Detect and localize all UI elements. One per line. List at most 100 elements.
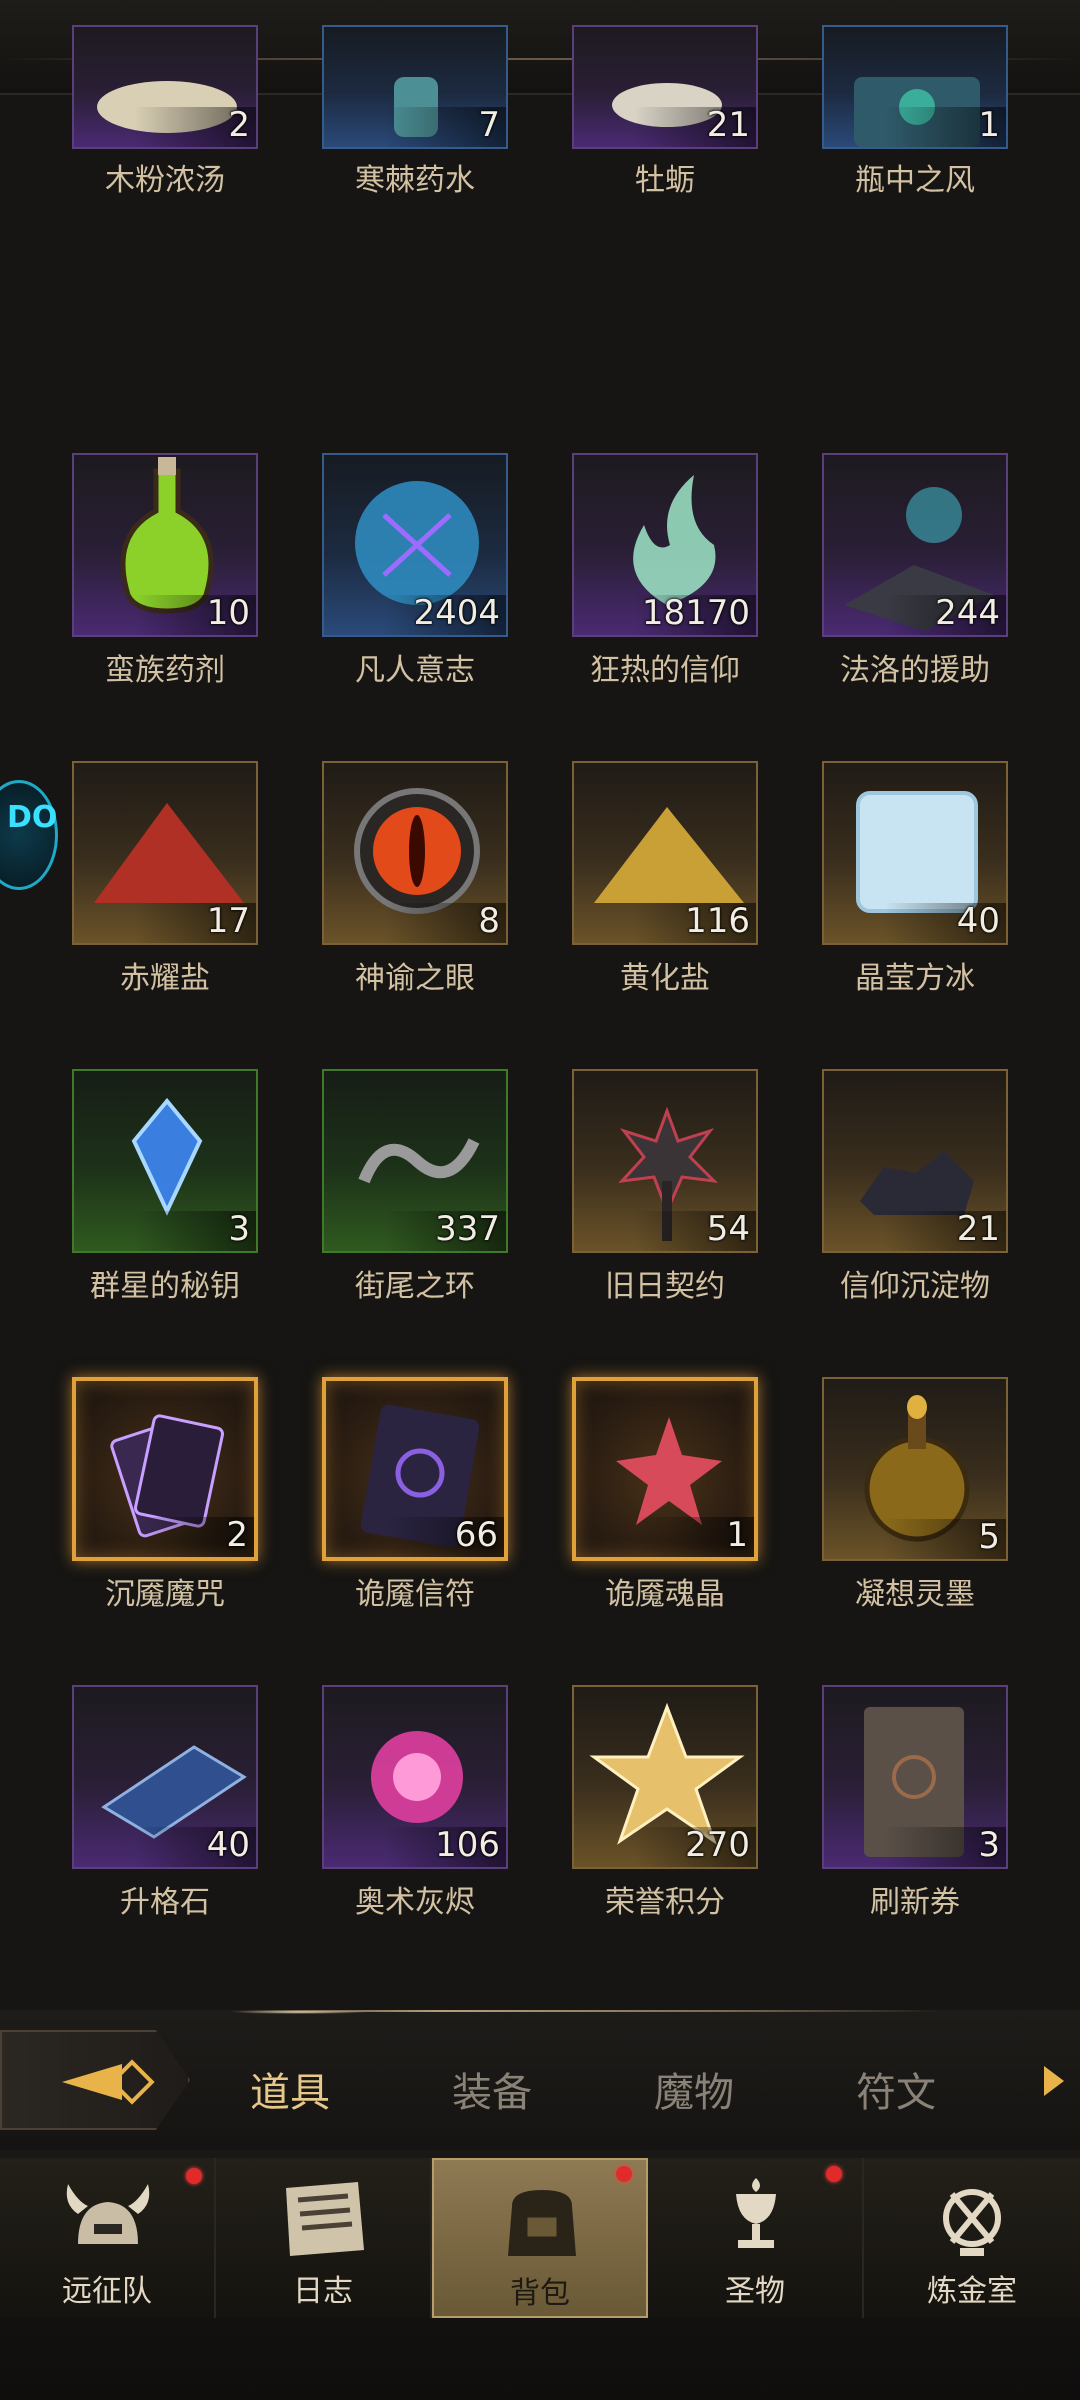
inventory-item[interactable]: 8 神谕之眼 xyxy=(322,701,508,995)
nav-relics-label: 圣物 xyxy=(725,2275,785,2308)
item-slot[interactable]: 54 xyxy=(572,1069,758,1253)
item-name: 寒棘药水 xyxy=(355,164,475,197)
inventory-item[interactable]: 18170 狂热的信仰 xyxy=(572,393,758,687)
item-quantity: 21 xyxy=(956,1209,1000,1249)
nav-backpack[interactable]: 背包 xyxy=(432,2158,648,2318)
nav-expedition-label: 远征队 xyxy=(62,2275,152,2308)
item-quantity: 66 xyxy=(454,1515,498,1555)
item-slot[interactable]: 106 xyxy=(322,1685,508,1869)
item-quantity: 2 xyxy=(226,1515,248,1555)
item-name: 群星的秘钥 xyxy=(90,1270,240,1303)
inventory-item[interactable]: 1 瓶中之风 xyxy=(822,25,1008,335)
inventory-item[interactable]: 116 黄化盐 xyxy=(572,701,758,995)
item-name: 刷新券 xyxy=(870,1886,960,1919)
inventory-item[interactable]: 21 信仰沉淀物 xyxy=(822,1009,1008,1303)
inventory-item[interactable]: 7 寒棘药水 xyxy=(322,25,508,335)
inventory-item[interactable]: 2404 凡人意志 xyxy=(322,393,508,687)
item-slot[interactable]: 1 xyxy=(572,1377,758,1561)
notification-dot xyxy=(186,2168,202,2184)
inventory-item[interactable]: 106 奥术灰烬 xyxy=(322,1625,508,1919)
inventory-item[interactable]: 270 荣誉积分 xyxy=(572,1625,758,1919)
tab-monsters[interactable]: 魔物 xyxy=(654,2060,734,2118)
bottom-navigation: 远征队 日志 背包 圣物 炼金室 xyxy=(0,2150,1080,2400)
floating-assistant-button[interactable]: DO xyxy=(0,780,58,890)
item-quantity: 2404 xyxy=(413,593,500,633)
item-name: 旧日契约 xyxy=(605,1270,725,1303)
item-name: 牡蛎 xyxy=(635,164,695,197)
item-slot[interactable]: 5 xyxy=(822,1377,1008,1561)
item-slot[interactable]: 21 xyxy=(572,25,758,149)
nav-relics[interactable]: 圣物 xyxy=(648,2158,864,2318)
item-slot[interactable]: 2 xyxy=(72,1377,258,1561)
item-quantity: 3 xyxy=(978,1825,1000,1865)
item-name: 神谕之眼 xyxy=(355,962,475,995)
item-slot[interactable]: 40 xyxy=(72,1685,258,1869)
tab-runes[interactable]: 符文 xyxy=(856,2060,936,2118)
item-slot[interactable]: 1 xyxy=(822,25,1008,149)
inventory-item[interactable]: 54 旧日契约 xyxy=(572,1009,758,1303)
item-name: 法洛的援助 xyxy=(840,654,990,687)
active-tab-indicator xyxy=(230,2010,370,2014)
inventory-item[interactable]: 3 刷新券 xyxy=(822,1625,1008,1919)
item-slot[interactable]: 10 xyxy=(72,453,258,637)
item-slot[interactable]: 270 xyxy=(572,1685,758,1869)
item-name: 诡魇信符 xyxy=(355,1578,475,1611)
back-arrow-icon xyxy=(62,2059,155,2105)
item-name: 街尾之环 xyxy=(355,1270,475,1303)
alchemy-icon xyxy=(943,2189,1001,2256)
item-slot[interactable]: 116 xyxy=(572,761,758,945)
item-slot[interactable]: 40 xyxy=(822,761,1008,945)
item-name: 木粉浓汤 xyxy=(105,164,225,197)
item-slot[interactable]: 8 xyxy=(322,761,508,945)
item-quantity: 2 xyxy=(228,105,250,145)
inventory-item[interactable]: 10 蛮族药剂 xyxy=(72,393,258,687)
back-button[interactable] xyxy=(0,2030,190,2130)
inventory-item[interactable]: 2 沉魇魔咒 xyxy=(72,1317,258,1611)
tab-equipment[interactable]: 装备 xyxy=(452,2060,532,2118)
item-quantity: 7 xyxy=(478,105,500,145)
inventory-item[interactable]: 17 赤耀盐 xyxy=(72,701,258,995)
journal-icon xyxy=(286,2182,364,2256)
item-quantity: 5 xyxy=(978,1517,1000,1557)
item-name: 沉魇魔咒 xyxy=(105,1578,225,1611)
inventory-item[interactable]: 1 诡魇魂晶 xyxy=(572,1317,758,1611)
item-name: 蛮族药剂 xyxy=(105,654,225,687)
item-quantity: 1 xyxy=(978,105,1000,145)
nav-backpack-label: 背包 xyxy=(510,2277,570,2310)
item-slot[interactable]: 7 xyxy=(322,25,508,149)
item-quantity: 116 xyxy=(685,901,750,941)
item-slot[interactable]: 66 xyxy=(322,1377,508,1561)
inventory-item[interactable]: 40 升格石 xyxy=(72,1625,258,1919)
item-slot[interactable]: 21 xyxy=(822,1069,1008,1253)
nav-journal[interactable]: 日志 xyxy=(216,2158,432,2318)
nav-journal-label: 日志 xyxy=(293,2275,353,2308)
inventory-item[interactable]: 3 群星的秘钥 xyxy=(72,1009,258,1303)
item-slot[interactable]: 17 xyxy=(72,761,258,945)
inventory-item[interactable]: 244 法洛的援助 xyxy=(822,393,1008,687)
inventory-item[interactable]: 21 牡蛎 xyxy=(572,25,758,335)
item-name: 奥术灰烬 xyxy=(355,1886,475,1919)
item-slot[interactable]: 2 xyxy=(72,25,258,149)
item-name: 信仰沉淀物 xyxy=(840,1270,990,1303)
item-slot[interactable]: 3 xyxy=(72,1069,258,1253)
item-quantity: 244 xyxy=(935,593,1000,633)
inventory-item[interactable]: 40 晶莹方冰 xyxy=(822,701,1008,995)
item-name: 黄化盐 xyxy=(620,962,710,995)
item-name: 诡魇魂晶 xyxy=(605,1578,725,1611)
item-name: 凡人意志 xyxy=(355,654,475,687)
floating-assistant-label: DO xyxy=(7,800,58,835)
inventory-item[interactable]: 5 凝想灵墨 xyxy=(822,1317,1008,1611)
nav-alchemy[interactable]: 炼金室 xyxy=(864,2158,1080,2318)
item-slot[interactable]: 3 xyxy=(822,1685,1008,1869)
item-quantity: 3 xyxy=(228,1209,250,1249)
inventory-item[interactable]: 66 诡魇信符 xyxy=(322,1317,508,1611)
nav-expedition[interactable]: 远征队 xyxy=(0,2158,216,2318)
inventory-item[interactable]: 2 木粉浓汤 xyxy=(72,25,258,335)
item-quantity: 40 xyxy=(206,1825,250,1865)
item-slot[interactable]: 244 xyxy=(822,453,1008,637)
item-slot[interactable]: 337 xyxy=(322,1069,508,1253)
inventory-item[interactable]: 337 街尾之环 xyxy=(322,1009,508,1303)
tab-items[interactable]: 道具 xyxy=(250,2060,330,2118)
item-slot[interactable]: 2404 xyxy=(322,453,508,637)
item-slot[interactable]: 18170 xyxy=(572,453,758,637)
